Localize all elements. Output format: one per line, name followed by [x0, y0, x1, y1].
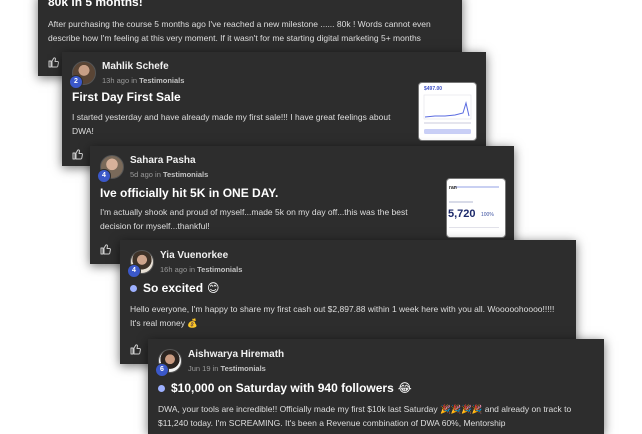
post-body: I started yesterday and have already mad… [72, 112, 391, 136]
level-badge: 2 [69, 75, 83, 89]
author-name[interactable]: Yia Vuenorkee [160, 250, 242, 262]
post-thumbnail[interactable]: $497.00 [418, 82, 477, 141]
post-author[interactable]: 2 Mahlik Schefe 13h ago in Testimonials [69, 61, 184, 89]
post-meta: 5d ago in Testimonials [130, 170, 208, 179]
thumbs-up-icon[interactable] [130, 343, 142, 355]
category-link[interactable]: Testimonials [197, 265, 242, 274]
avatar[interactable]: 4 [97, 155, 124, 183]
post-meta: 13h ago in Testimonials [102, 76, 184, 85]
avatar[interactable]: 2 [69, 61, 96, 89]
thumb-value: 5,720 [448, 208, 476, 220]
post-title[interactable]: So excited 😊 [130, 281, 220, 295]
post-body: Hello everyone, I'm happy to share my fi… [130, 304, 555, 328]
post-time: 5d ago in [130, 170, 161, 179]
post-body: DWA, your tools are incredible!! Officia… [158, 404, 572, 428]
post-title[interactable]: $10,000 on Saturday with 940 followers 😂 [158, 381, 412, 395]
category-link[interactable]: Testimonials [139, 76, 184, 85]
unread-dot [158, 384, 165, 392]
thumbs-up-icon[interactable] [100, 243, 112, 255]
thumb-percent: 100% [481, 212, 494, 218]
post-body: After purchasing the course 5 months ago… [48, 19, 431, 43]
level-badge: 4 [97, 169, 111, 183]
title-emoji: 😂 [397, 381, 412, 395]
post-meta: Jun 19 in Testimonials [188, 364, 284, 373]
post-title-text: So excited [143, 281, 204, 295]
post-meta: 16h ago in Testimonials [160, 265, 242, 274]
author-name[interactable]: Aishwarya Hiremath [188, 349, 284, 361]
post-title[interactable]: 80k in 5 months! [48, 0, 143, 9]
author-name[interactable]: Sahara Pasha [130, 155, 208, 167]
post-author[interactable]: 4 Sahara Pasha 5d ago in Testimonials [97, 155, 208, 183]
author-name[interactable]: Mahlik Schefe [102, 61, 184, 73]
thumbs-up-icon[interactable] [72, 148, 84, 160]
post-title-text: $10,000 on Saturday with 940 followers [171, 381, 394, 395]
post-author[interactable]: 6 Aishwarya Hiremath Jun 19 in Testimoni… [155, 349, 284, 377]
unread-dot [130, 284, 137, 292]
post-author[interactable]: 4 Yia Vuenorkee 16h ago in Testimonials [127, 250, 242, 278]
post-thumbnail[interactable]: ran 5,720 100% [446, 178, 506, 238]
post-title[interactable]: First Day First Sale [72, 90, 181, 104]
avatar[interactable]: 6 [155, 349, 182, 377]
post-title[interactable]: Ive officially hit 5K in ONE DAY. [100, 186, 278, 200]
thumbs-up-icon[interactable] [48, 56, 60, 68]
post-card-5[interactable]: 6 Aishwarya Hiremath Jun 19 in Testimoni… [148, 339, 604, 434]
post-time: 13h ago in [102, 76, 138, 85]
category-link[interactable]: Testimonials [163, 170, 208, 179]
level-badge: 6 [155, 363, 169, 377]
category-link[interactable]: Testimonials [221, 364, 266, 373]
post-time: Jun 19 in [188, 364, 219, 373]
level-badge: 4 [127, 264, 141, 278]
post-time: 16h ago in [160, 265, 196, 274]
avatar[interactable]: 4 [127, 250, 154, 278]
title-emoji: 😊 [207, 281, 220, 295]
post-body: I'm actually shook and proud of myself..… [100, 207, 408, 231]
